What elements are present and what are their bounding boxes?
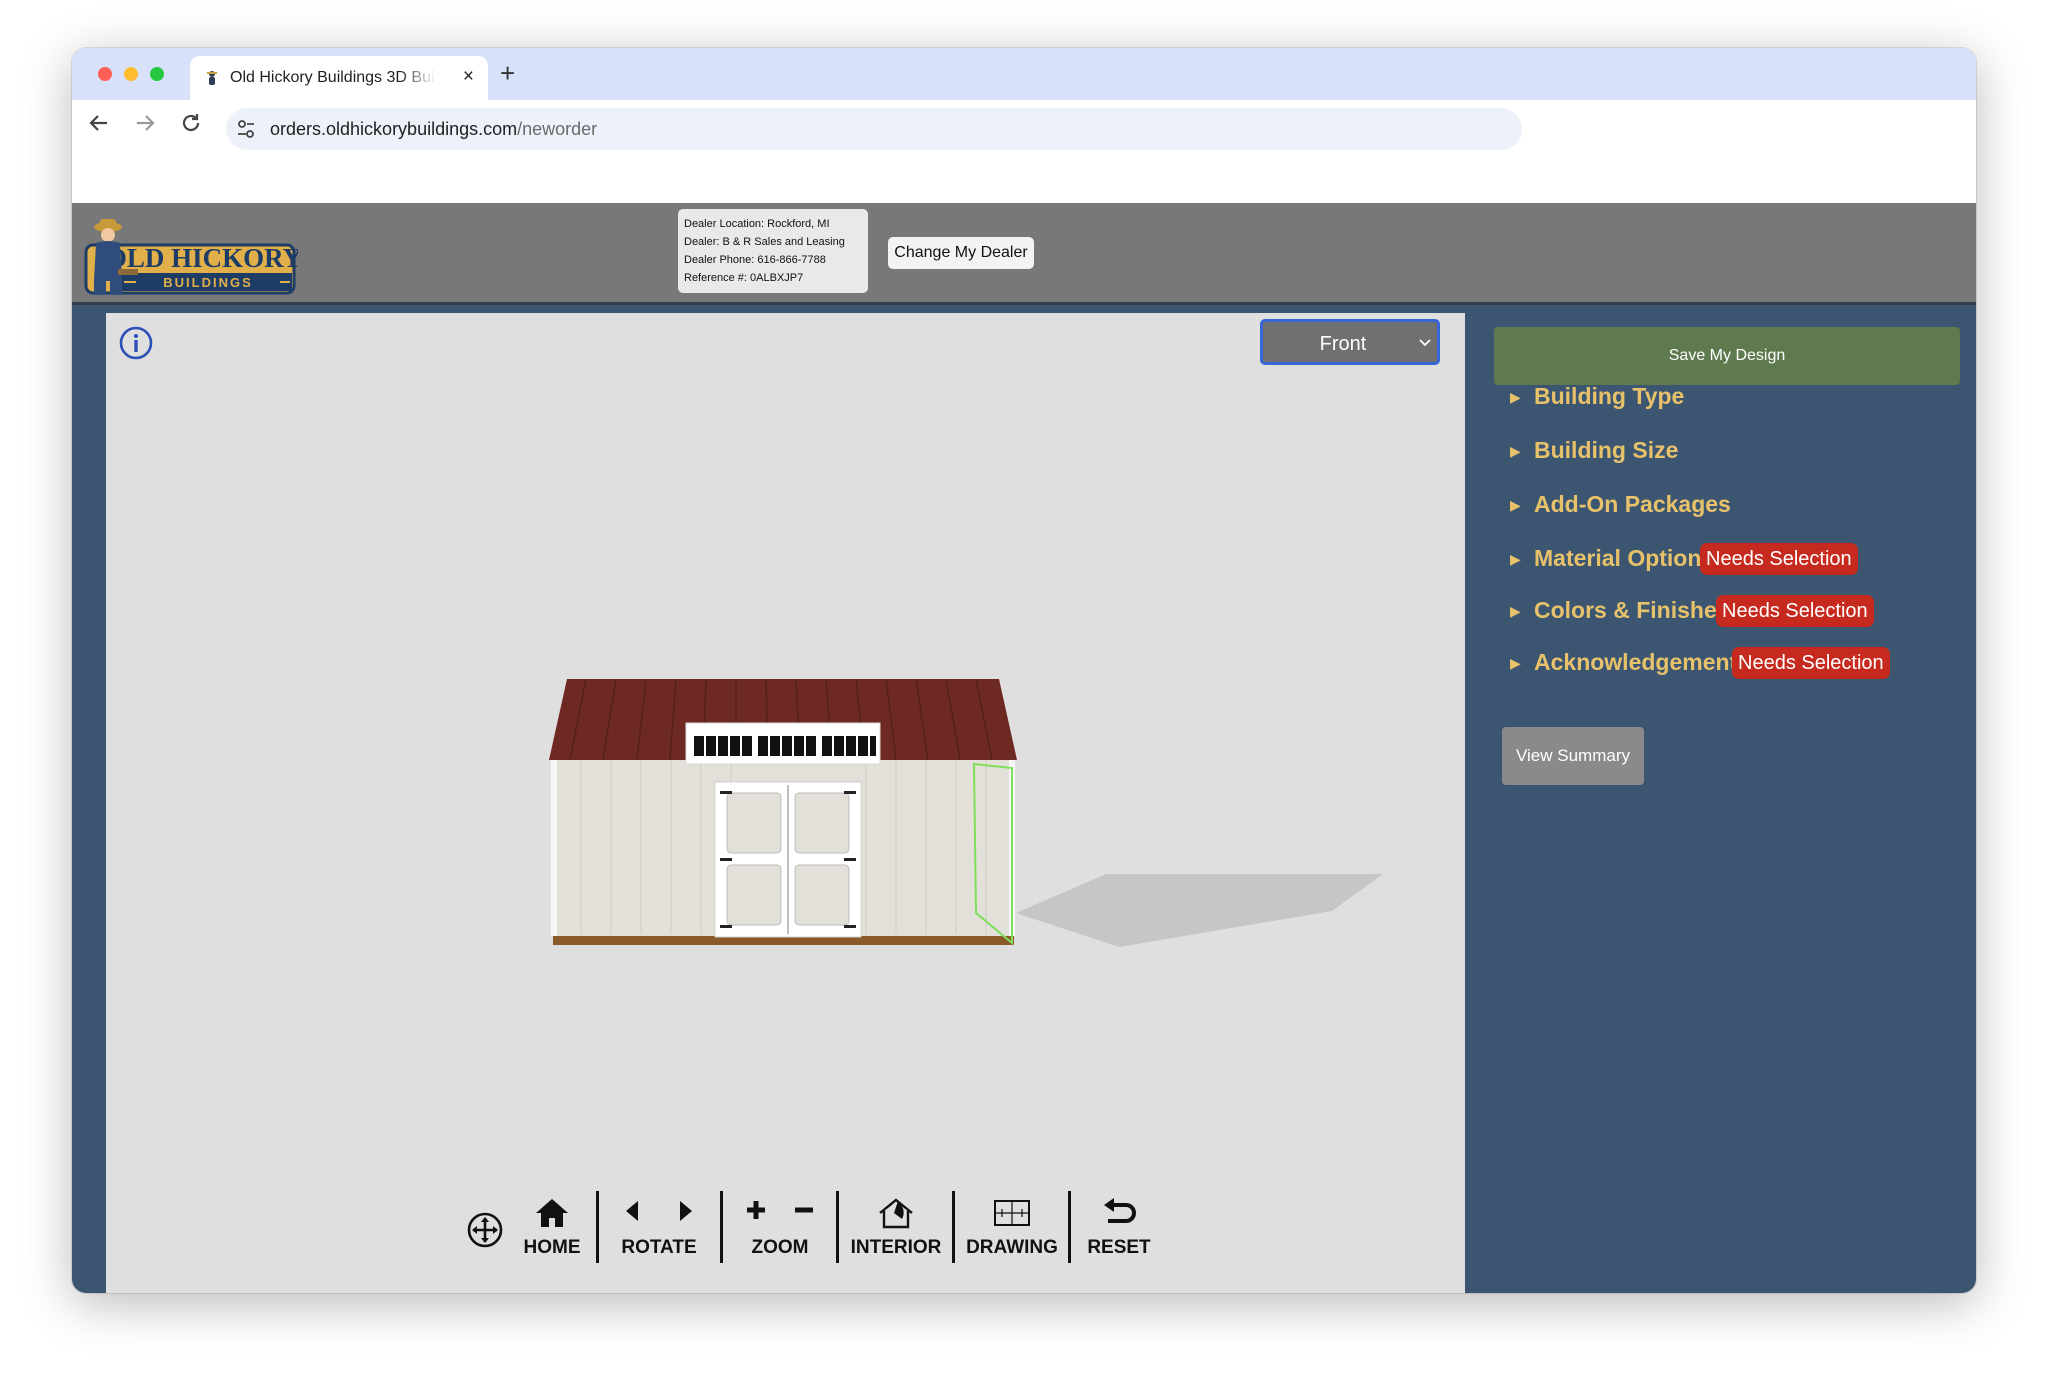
wall-corner-trim-left	[551, 760, 557, 936]
caret-right-icon: ▶	[1510, 443, 1521, 459]
section-label: Add-On Packages	[1534, 491, 1731, 517]
browser-window: Old Hickory Buildings 3D Builder × + ord…	[72, 48, 1976, 1293]
tab-title: Old Hickory Buildings 3D Builder	[230, 69, 436, 86]
rotate-right-icon[interactable]	[670, 1197, 698, 1225]
zoom-label: ZOOM	[751, 1237, 809, 1258]
shed-shadow	[1016, 874, 1383, 947]
reset-icon	[1104, 1198, 1136, 1223]
address-bar[interactable]: orders.oldhickorybuildings.com/neworder	[226, 108, 1522, 150]
close-window-button[interactable]	[98, 67, 112, 81]
dealer-location: Dealer Location: Rockford, MI	[684, 218, 830, 230]
transom-windows	[694, 736, 876, 756]
main-area: Front HOME ROTATE ZOOM INTERIOR DRAWING …	[72, 305, 1976, 1293]
browser-toolbar: orders.oldhickorybuildings.com/neworder	[72, 100, 1976, 152]
dealer-info-box: Dealer Location: Rockford, MI Dealer: B …	[678, 209, 868, 293]
zoom-control[interactable]: ZOOM	[728, 1191, 832, 1271]
reset-label: RESET	[1087, 1237, 1151, 1258]
tab-strip: Old Hickory Buildings 3D Builder × +	[72, 48, 1976, 100]
caret-right-icon: ▶	[1510, 497, 1521, 513]
section-label: Building Type	[1534, 383, 1685, 409]
rotate-left-icon[interactable]	[620, 1197, 648, 1225]
needs-selection-badge: Needs Selection	[1732, 647, 1890, 679]
drawing-control[interactable]: DRAWING	[958, 1191, 1066, 1271]
change-dealer-button[interactable]: Change My Dealer	[888, 237, 1034, 269]
maximize-window-button[interactable]	[150, 67, 164, 81]
minimize-window-button[interactable]	[124, 67, 138, 81]
reload-icon	[182, 114, 200, 132]
drawing-icon	[994, 1200, 1030, 1226]
view-summary-button[interactable]: View Summary	[1502, 727, 1644, 785]
home-label: HOME	[523, 1237, 581, 1258]
needs-selection-badge: Needs Selection	[1700, 543, 1858, 575]
zoom-in-icon[interactable]	[743, 1197, 769, 1223]
3d-viewer[interactable]: Front HOME ROTATE ZOOM INTERIOR DRAWING …	[106, 313, 1465, 1293]
rotate-label: ROTATE	[621, 1237, 697, 1258]
back-button[interactable]	[88, 112, 110, 140]
shed-3d-model[interactable]	[106, 313, 1465, 1193]
caret-right-icon: ▶	[1510, 551, 1521, 567]
section-label: Acknowledgements	[1534, 649, 1750, 675]
dealer-name: Dealer: B & R Sales and Leasing	[684, 236, 845, 248]
arrow-left-icon	[89, 115, 107, 131]
dealer-phone: Dealer Phone: 616-866-7788	[684, 254, 826, 266]
site-header: OLD HICKORY BUILDINGS Dealer Location: R…	[72, 203, 1976, 305]
forward-button[interactable]	[134, 112, 156, 140]
control-divider	[836, 1191, 839, 1263]
section-label: Colors & Finishes	[1534, 597, 1730, 623]
control-divider	[720, 1191, 723, 1263]
zoom-out-icon[interactable]	[791, 1197, 817, 1223]
home-icon	[536, 1199, 568, 1227]
url-path: /neworder	[517, 119, 598, 139]
arrow-right-icon	[137, 115, 155, 131]
tune-icon[interactable]	[236, 119, 256, 139]
control-divider	[1068, 1191, 1071, 1263]
move-icon	[467, 1212, 503, 1248]
logo-line1: OLD HICKORY	[106, 243, 298, 273]
drawing-label: DRAWING	[966, 1237, 1058, 1258]
home-control[interactable]: HOME	[518, 1191, 586, 1271]
control-divider	[596, 1191, 599, 1263]
caret-right-icon: ▶	[1510, 655, 1521, 671]
section-label: Building Size	[1534, 437, 1679, 463]
options-panel: Save My Design ▶ Building Type ▶ Buildin…	[1482, 305, 1976, 1293]
new-tab-button[interactable]: +	[500, 58, 515, 89]
tab-close-icon[interactable]: ×	[463, 66, 474, 88]
rotate-control[interactable]: ROTATE	[604, 1191, 714, 1271]
interior-label: INTERIOR	[850, 1237, 942, 1258]
caret-right-icon: ▶	[1510, 389, 1521, 405]
reset-control[interactable]: RESET	[1074, 1191, 1164, 1271]
favicon-icon	[207, 71, 217, 85]
section-label: Material Options	[1534, 545, 1715, 571]
reload-button[interactable]	[180, 112, 202, 140]
url-host: orders.oldhickorybuildings.com	[270, 119, 518, 139]
save-design-button[interactable]: Save My Design	[1494, 327, 1960, 385]
url-text: orders.oldhickorybuildings.com/neworder	[270, 119, 597, 140]
needs-selection-badge: Needs Selection	[1716, 595, 1874, 627]
move-control[interactable]	[464, 1191, 508, 1271]
logo-line2: BUILDINGS	[163, 275, 253, 290]
dealer-reference: Reference #: 0ALBXJP7	[684, 272, 804, 284]
interior-control[interactable]: INTERIOR	[844, 1191, 948, 1271]
caret-right-icon: ▶	[1510, 603, 1521, 619]
browser-tab[interactable]: Old Hickory Buildings 3D Builder ×	[190, 56, 488, 100]
control-divider	[952, 1191, 955, 1263]
old-hickory-logo[interactable]: OLD HICKORY BUILDINGS	[82, 219, 302, 304]
interior-icon	[879, 1198, 913, 1229]
